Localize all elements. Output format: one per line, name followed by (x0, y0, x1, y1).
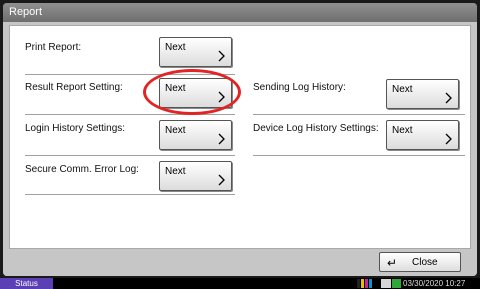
report-panel: Print Report: Next Result Report Setting… (9, 25, 471, 249)
toner-level-icon (357, 279, 375, 288)
calendar-icon (392, 279, 401, 288)
sending-log-history-next-button[interactable]: Next (386, 79, 459, 109)
status-bar: Status 03/30/2020 10:27 (0, 278, 480, 289)
login-history-settings-label: Login History Settings: (25, 123, 126, 134)
chevron-right-icon (218, 133, 225, 145)
button-label: Next (165, 42, 186, 53)
chevron-right-icon (218, 174, 225, 186)
device-log-history-settings-next-button[interactable]: Next (386, 120, 459, 150)
secure-comm-error-log-label: Secure Comm. Error Log: (25, 164, 139, 175)
print-report-next-button[interactable]: Next (159, 37, 232, 67)
return-arrow-icon: ↵ (387, 256, 398, 270)
sending-log-history-label: Sending Log History: (253, 82, 346, 93)
chevron-right-icon (445, 92, 452, 104)
result-report-setting-label: Result Report Setting: (25, 82, 123, 93)
toner-magenta (365, 279, 368, 288)
button-label: Next (392, 125, 413, 136)
toner-black (357, 279, 360, 288)
highlight-ellipse (143, 69, 241, 115)
divider (253, 155, 465, 156)
secure-comm-error-log-next-button[interactable]: Next (159, 161, 232, 191)
chevron-right-icon (218, 50, 225, 62)
divider (253, 114, 465, 115)
device-log-history-settings-label: Device Log History Settings: (253, 123, 379, 134)
button-label: Next (165, 125, 186, 136)
status-button[interactable]: Status (0, 278, 53, 289)
window-title: Report (3, 3, 477, 22)
divider (25, 194, 235, 195)
network-icon (381, 279, 391, 288)
datetime-display: 03/30/2020 10:27 (403, 279, 466, 288)
button-label: Next (392, 84, 413, 95)
toner-yellow (361, 279, 364, 288)
chevron-right-icon (445, 133, 452, 145)
toner-cyan (369, 279, 372, 288)
login-history-settings-next-button[interactable]: Next (159, 120, 232, 150)
divider (25, 155, 235, 156)
print-report-label: Print Report: (25, 42, 82, 53)
button-label: Next (165, 166, 186, 177)
close-button[interactable]: ↵ Close (379, 252, 461, 272)
report-window: Report Print Report: Next Result Report … (3, 3, 477, 276)
close-label: Close (412, 257, 438, 268)
